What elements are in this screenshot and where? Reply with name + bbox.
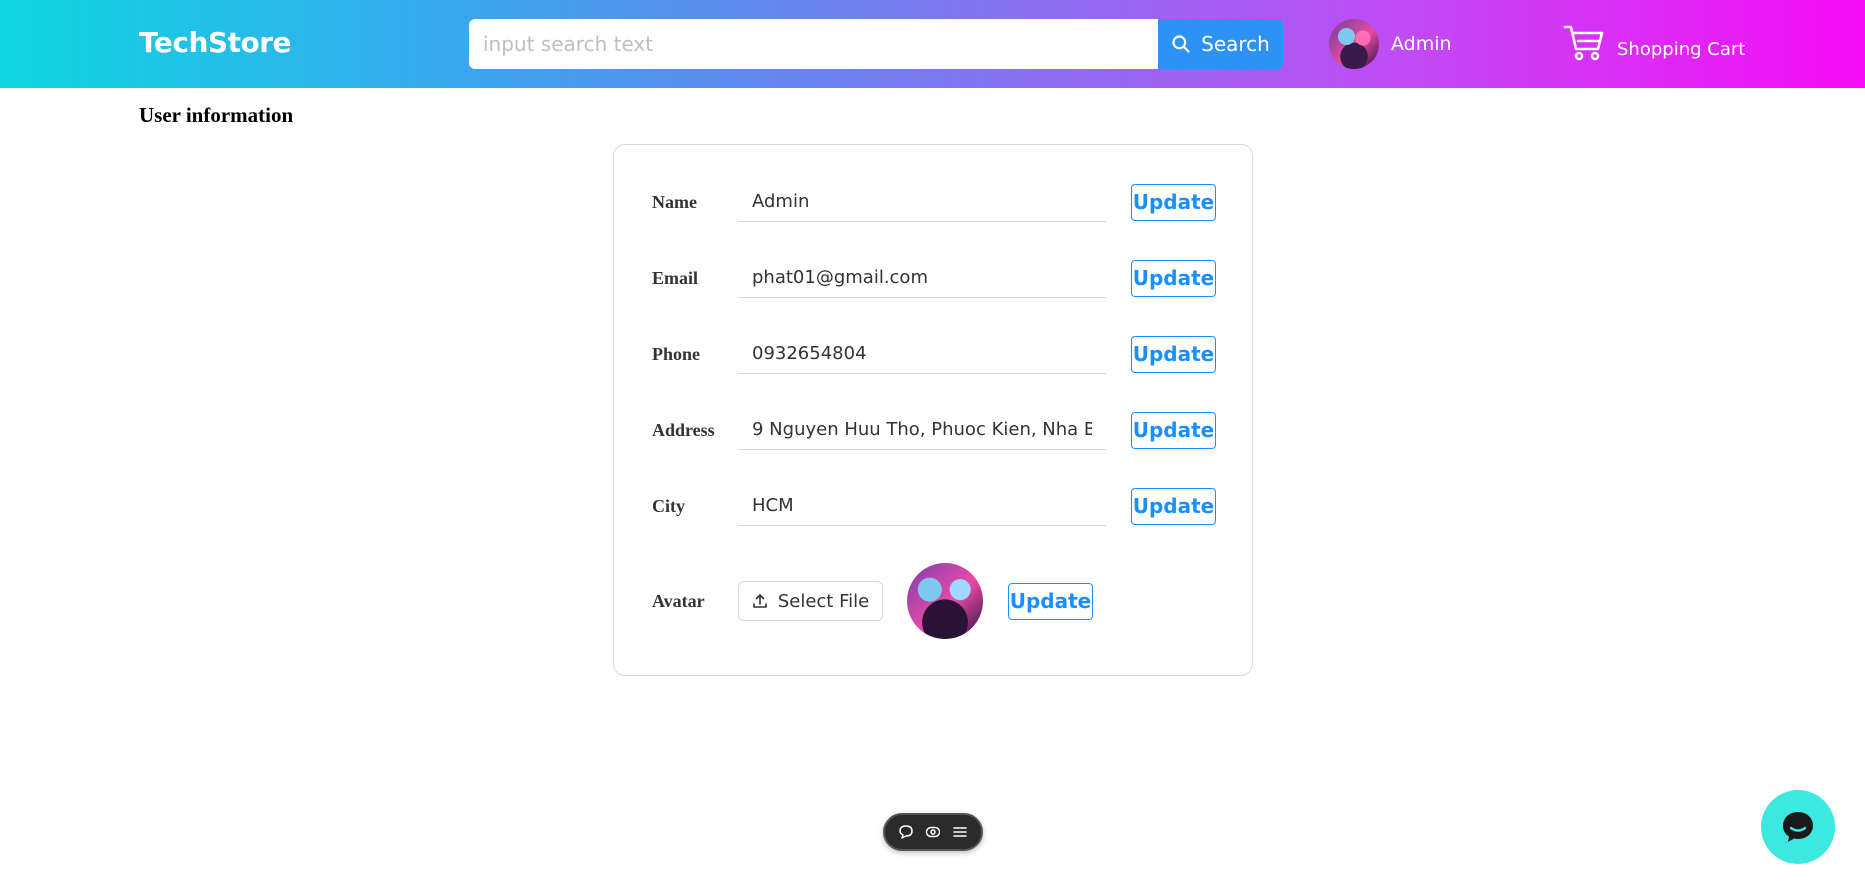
shopping-cart-link[interactable]: Shopping Cart: [1563, 24, 1745, 62]
name-label: Name: [652, 191, 697, 212]
page-title: User information: [139, 103, 294, 127]
chat-icon: [1780, 809, 1816, 845]
city-field[interactable]: [738, 486, 1106, 526]
name-field[interactable]: [738, 182, 1106, 222]
chat-button[interactable]: [1761, 790, 1835, 864]
update-email-button[interactable]: Update: [1131, 259, 1216, 297]
update-city-button[interactable]: Update: [1131, 487, 1216, 525]
search-icon: [1171, 34, 1191, 54]
user-name: Admin: [1391, 33, 1452, 55]
comment-icon[interactable]: [898, 824, 914, 840]
shopping-cart-icon: [1563, 24, 1605, 62]
form-row-avatar: Avatar Select File Update: [652, 561, 1222, 641]
form-row-email: Email Update: [652, 258, 1222, 298]
avatar: [1329, 19, 1379, 69]
form-row-name: Name Update: [652, 182, 1222, 222]
form-row-city: City Update: [652, 486, 1222, 526]
avatar-label: Avatar: [652, 590, 705, 611]
shopping-cart-label: Shopping Cart: [1617, 39, 1746, 60]
select-file-button[interactable]: Select File: [738, 581, 883, 621]
search-input[interactable]: [469, 19, 1158, 69]
menu-icon[interactable]: [952, 824, 968, 840]
update-address-button[interactable]: Update: [1131, 411, 1216, 449]
floating-toolbar: [883, 813, 983, 851]
email-label: Email: [652, 267, 699, 288]
site-logo[interactable]: TechStore: [139, 26, 292, 59]
email-field[interactable]: [738, 258, 1106, 298]
search-button-label: Search: [1201, 32, 1270, 56]
form-row-address: Address Update: [652, 410, 1222, 450]
top-header: TechStore Search Admin Shopping Cart: [0, 0, 1865, 88]
select-file-label: Select File: [777, 590, 870, 612]
form-row-phone: Phone Update: [652, 334, 1222, 374]
city-label: City: [652, 495, 685, 516]
phone-field[interactable]: [738, 334, 1106, 374]
address-field[interactable]: [738, 410, 1106, 450]
update-name-button[interactable]: Update: [1131, 183, 1216, 221]
phone-label: Phone: [652, 343, 701, 364]
update-avatar-button[interactable]: Update: [1008, 582, 1093, 620]
eye-icon[interactable]: [925, 824, 941, 840]
upload-icon: [752, 593, 768, 609]
user-info-card: Name Update Email Update Phone Update Ad…: [613, 144, 1253, 676]
avatar-preview: [907, 563, 983, 639]
update-phone-button[interactable]: Update: [1131, 335, 1216, 373]
search-button[interactable]: Search: [1158, 19, 1283, 69]
user-menu[interactable]: Admin: [1329, 19, 1452, 69]
address-label: Address: [652, 419, 715, 440]
